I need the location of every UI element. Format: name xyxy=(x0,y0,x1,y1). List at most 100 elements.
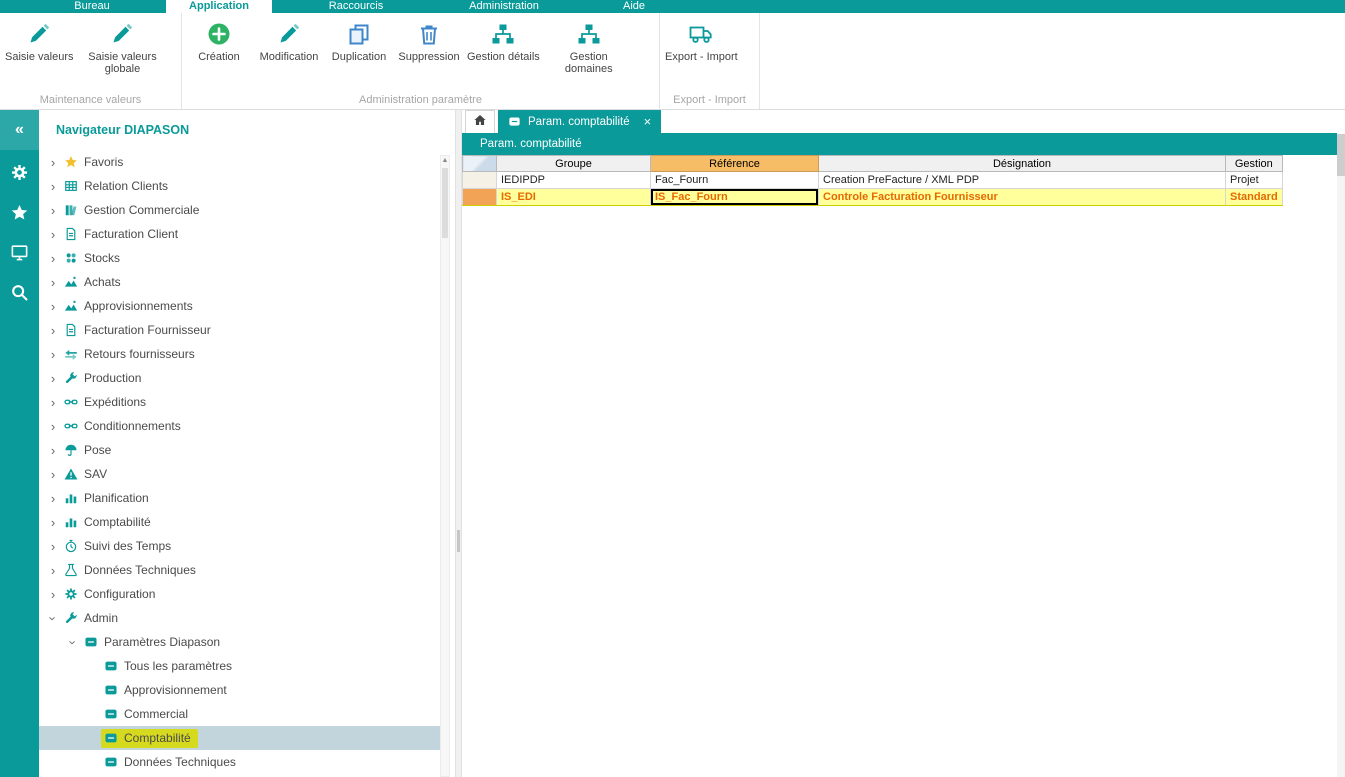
flask-icon xyxy=(63,563,78,578)
tree-item-comptabilite[interactable]: ›Comptabilité xyxy=(39,510,440,534)
collapse-sidebar-button-chevrons-left-icon[interactable]: « xyxy=(0,110,39,150)
tree-item-pose[interactable]: ›Pose xyxy=(39,438,440,462)
tree-item-commercial[interactable]: ›Commercial xyxy=(39,702,440,726)
chevron-right-icon[interactable]: › xyxy=(45,299,61,314)
tree-item-donnees-techniques[interactable]: › Données Techniques xyxy=(39,558,440,582)
grid-row[interactable]: IEDIPDPFac_FournCreation PreFacture / XM… xyxy=(463,172,1283,189)
tree-item-favoris[interactable]: ›Favoris xyxy=(39,150,440,174)
tree-item-parametres-diapason[interactable]: ›Paramètres Diapason xyxy=(39,630,440,654)
grid-cell[interactable]: Controle Facturation Fournisseur xyxy=(819,189,1226,206)
chevron-right-icon[interactable]: › xyxy=(45,515,61,530)
ribbon-button-duplication[interactable]: Duplication xyxy=(324,15,394,63)
tree-item-approvisionnement[interactable]: ›Approvisionnement xyxy=(39,678,440,702)
ribbon-button-saisie-valeurs-globale[interactable]: Saisie valeurs globale xyxy=(76,15,168,75)
tree-item-approvisionnements[interactable]: ›Approvisionnements xyxy=(39,294,440,318)
splitter-handle[interactable] xyxy=(457,530,460,552)
tree-item-relation-clients[interactable]: ›Relation Clients xyxy=(39,174,440,198)
tree-item-facturation-fournisseur[interactable]: ›Facturation Fournisseur xyxy=(39,318,440,342)
ribbon-button-label: Saisie valeurs globale xyxy=(79,51,165,75)
tree-item-sav[interactable]: ›SAV xyxy=(39,462,440,486)
chevron-right-icon[interactable]: › xyxy=(45,227,61,242)
tree-item-expeditions[interactable]: ›Expéditions xyxy=(39,390,440,414)
chevron-right-icon[interactable]: › xyxy=(45,323,61,338)
tree-item-configuration[interactable]: ›Configuration xyxy=(39,582,440,606)
chevron-right-icon[interactable]: › xyxy=(45,155,61,170)
ribbon-button-creation[interactable]: Création xyxy=(184,15,254,63)
chevron-right-icon[interactable]: › xyxy=(45,347,61,362)
chevron-right-icon[interactable]: › xyxy=(45,275,61,290)
grid-column-groupe[interactable]: Groupe xyxy=(497,156,651,172)
box-icon xyxy=(103,755,118,770)
menu-tab-raccourcis[interactable]: Raccourcis xyxy=(272,0,440,13)
grid-cell[interactable]: Projet xyxy=(1226,172,1283,189)
ribbon-button-modification[interactable]: Modification xyxy=(254,15,324,63)
ribbon-button-export-import[interactable]: Export - Import xyxy=(662,15,741,63)
grid-column-reference[interactable]: Référence xyxy=(651,156,819,172)
home-tab[interactable] xyxy=(465,110,495,133)
ribbon-group-label: Administration paramètre xyxy=(182,94,659,106)
search-button-search-icon[interactable] xyxy=(0,272,39,312)
chevron-right-icon[interactable]: › xyxy=(45,395,61,410)
chevron-right-icon[interactable]: › xyxy=(45,563,61,578)
sidebar-scrollbar[interactable]: ▲ xyxy=(440,155,450,777)
tree-item-admin[interactable]: › Admin xyxy=(39,606,440,630)
menu-tab-application[interactable]: Application xyxy=(166,0,272,13)
tree-item-gestion-commerciale[interactable]: ›Gestion Commerciale xyxy=(39,198,440,222)
chevron-right-icon[interactable]: › xyxy=(45,443,61,458)
row-selector[interactable] xyxy=(463,189,497,206)
tree-item-conditionnements[interactable]: ›Conditionnements xyxy=(39,414,440,438)
chevron-down-icon[interactable]: › xyxy=(66,634,81,650)
chevron-down-icon[interactable]: › xyxy=(46,610,61,626)
grid-cell[interactable]: IEDIPDP xyxy=(497,172,651,189)
tree-item-suivi-des-temps[interactable]: ›Suivi des Temps xyxy=(39,534,440,558)
grid-column-designation[interactable]: Désignation xyxy=(819,156,1226,172)
tree-item-production[interactable]: ›Production xyxy=(39,366,440,390)
chevron-right-icon[interactable]: › xyxy=(45,539,61,554)
grid-cell[interactable]: Fac_Fourn xyxy=(651,172,819,189)
scrollbar-thumb[interactable] xyxy=(1337,134,1345,176)
ribbon-button-suppression[interactable]: Suppression xyxy=(394,15,464,63)
ribbon-button-gestion-details[interactable]: Gestion détails xyxy=(464,15,543,63)
grid-row[interactable]: IS_EDIIS_Fac_FournControle Facturation F… xyxy=(463,189,1283,206)
main-scrollbar[interactable] xyxy=(1337,134,1345,777)
tree-item-stocks[interactable]: ›Stocks xyxy=(39,246,440,270)
tab-close-icon[interactable]: × xyxy=(644,115,652,128)
menu-tab-aide[interactable]: Aide xyxy=(568,0,700,13)
chevron-right-icon[interactable]: › xyxy=(45,467,61,482)
chevron-right-icon[interactable]: › xyxy=(45,419,61,434)
tab-param-comptabilite[interactable]: Param. comptabilité × xyxy=(498,110,661,133)
tree-item-tous-les-parametres[interactable]: ›Tous les paramètres xyxy=(39,654,440,678)
scroll-up-icon[interactable]: ▲ xyxy=(441,156,449,166)
chevron-right-icon[interactable]: › xyxy=(45,251,61,266)
ribbon-button-gestion-domaines[interactable]: Gestion domaines xyxy=(543,15,635,75)
menu-tab-bureau[interactable]: Bureau xyxy=(18,0,166,13)
tree-item-achats[interactable]: ›Achats xyxy=(39,270,440,294)
chevron-right-icon[interactable]: › xyxy=(45,203,61,218)
chevron-right-icon[interactable]: › xyxy=(45,371,61,386)
row-selector[interactable] xyxy=(463,172,497,189)
tree-item-label: Admin xyxy=(84,611,118,625)
chevron-right-icon[interactable]: › xyxy=(45,491,61,506)
settings-button-gear-icon[interactable] xyxy=(0,152,39,192)
tree-item-planification[interactable]: ›Planification xyxy=(39,486,440,510)
ribbon-button-saisie-valeurs[interactable]: Saisie valeurs xyxy=(2,15,76,63)
grid-cell[interactable]: Standard xyxy=(1226,189,1283,206)
grid-cell[interactable]: Creation PreFacture / XML PDP xyxy=(819,172,1226,189)
grid-selector-header[interactable] xyxy=(463,156,497,172)
panel-splitter[interactable] xyxy=(455,110,462,777)
chevron-right-icon[interactable]: › xyxy=(45,179,61,194)
tree-item-facturation-client[interactable]: ›Facturation Client xyxy=(39,222,440,246)
menu-tab-administration[interactable]: Administration xyxy=(440,0,568,13)
grid-cell[interactable]: IS_EDI xyxy=(497,189,651,206)
grid-cell[interactable]: IS_Fac_Fourn xyxy=(651,189,819,206)
grid-column-gestion[interactable]: Gestion xyxy=(1226,156,1283,172)
tree-item-label: Données Techniques xyxy=(124,755,236,769)
tree-item-retours-fournisseurs[interactable]: ›Retours fournisseurs xyxy=(39,342,440,366)
tree-item-comptabilite[interactable]: ›Comptabilité xyxy=(39,726,440,750)
scrollbar-thumb[interactable] xyxy=(442,168,448,238)
workstation-button-monitor-icon[interactable] xyxy=(0,232,39,272)
tree-item-donnees-techniques[interactable]: ›Données Techniques xyxy=(39,750,440,774)
chevron-right-icon[interactable]: › xyxy=(45,587,61,602)
favorites-button-star-icon[interactable] xyxy=(0,192,39,232)
tree-item-label: Données Techniques xyxy=(84,563,196,577)
